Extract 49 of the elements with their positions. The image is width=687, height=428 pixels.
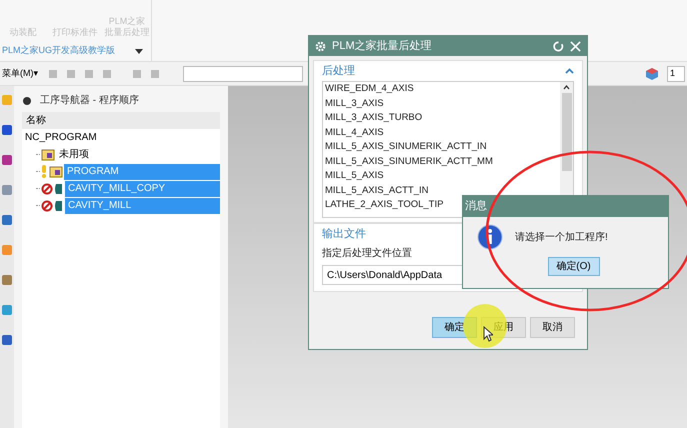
tree-item[interactable]: NC_PROGRAM xyxy=(22,129,220,146)
list-item[interactable]: MILL_5_AXIS xyxy=(325,169,560,184)
navigator-icon xyxy=(22,95,32,105)
prohibited-icon xyxy=(41,200,53,212)
folder-icon xyxy=(49,166,63,178)
prohibited-icon xyxy=(41,182,53,194)
list-item[interactable]: MILL_3_AXIS xyxy=(325,96,560,111)
list-item[interactable]: WIRE_EDM_4_AXIS xyxy=(325,82,560,96)
section-heading: 输出文件 xyxy=(322,226,366,242)
warning-icon xyxy=(41,165,47,178)
column-header[interactable]: 名称 xyxy=(22,112,220,129)
operation-icon xyxy=(54,182,64,194)
message-text: 请选择一个加工程序! xyxy=(515,230,608,244)
tool-icon[interactable] xyxy=(1,154,13,166)
dialog-title: PLM之家批量后处理 xyxy=(332,38,433,54)
tree-item[interactable]: 未用项 xyxy=(56,147,220,162)
ribbon-group-label: PLM之家UG开发高级教学版 xyxy=(2,44,116,58)
list-item[interactable]: MILL_5_AXIS_SINUMERIK_ACTT_MM xyxy=(325,154,560,169)
navigator-title: 工序导航器 - 程序顺序 xyxy=(40,94,139,108)
settings-icon xyxy=(315,40,326,52)
dropdown-icon[interactable] xyxy=(135,48,143,54)
tool-icon[interactable] xyxy=(1,304,13,316)
operation-icon xyxy=(54,200,64,212)
message-title: 消息 xyxy=(465,199,487,214)
mouse-cursor-icon xyxy=(483,326,493,342)
tool-icon[interactable] xyxy=(1,334,13,346)
list-item[interactable]: MILL_3_AXIS_TURBO xyxy=(325,111,560,126)
section-heading: 后处理 xyxy=(322,64,355,79)
list-item[interactable]: MILL_5_AXIS_SINUMERIK_ACTT_IN xyxy=(325,140,560,154)
list-item[interactable]: MILL_5_AXIS_ACTT_IN xyxy=(325,184,560,198)
folder-icon xyxy=(41,148,55,160)
menu-button[interactable]: 菜单(M)▾ xyxy=(2,66,38,80)
reset-icon[interactable] xyxy=(553,40,564,52)
field-label: 指定后处理文件位置 xyxy=(322,246,413,261)
collapse-icon[interactable] xyxy=(565,68,574,74)
number-field[interactable]: 1 xyxy=(667,66,685,82)
scroll-up-icon[interactable] xyxy=(563,85,570,90)
toolbar-field[interactable] xyxy=(182,66,302,82)
info-icon xyxy=(477,224,503,250)
scroll-thumb[interactable] xyxy=(562,93,572,171)
cube-icon[interactable] xyxy=(645,66,659,80)
tool-icon[interactable] xyxy=(1,274,13,286)
dialog-button[interactable]: 取消 xyxy=(530,317,575,338)
list-item[interactable]: MILL_4_AXIS xyxy=(325,126,560,140)
tool-icon[interactable] xyxy=(1,184,13,196)
close-icon[interactable] xyxy=(570,40,581,52)
tool-icon[interactable] xyxy=(1,124,13,136)
tool-icon[interactable] xyxy=(1,214,13,226)
ok-button[interactable]: 确定(O) xyxy=(548,257,600,276)
